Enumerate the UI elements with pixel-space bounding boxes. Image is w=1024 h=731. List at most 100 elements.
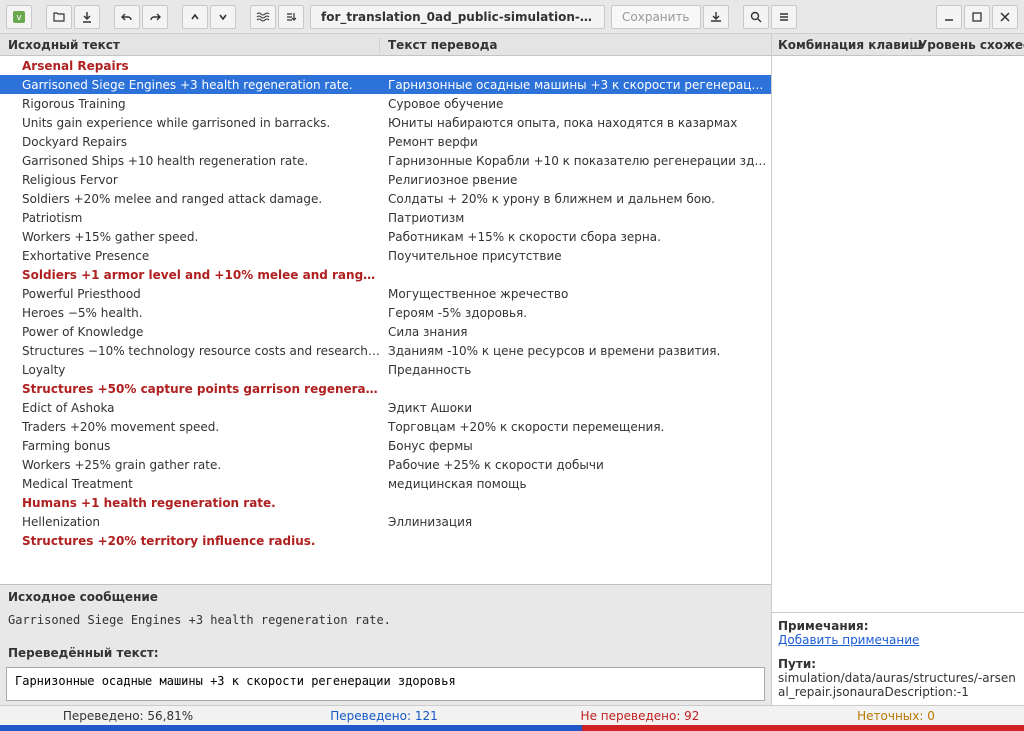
source-cell: Loyalty xyxy=(0,363,380,377)
status-untranslated: Не переведено: 92 xyxy=(512,709,768,723)
fuzzy-toggle-button[interactable] xyxy=(250,5,276,29)
table-row[interactable]: Religious FervorРелигиозное рвение xyxy=(0,170,771,189)
target-label: Переведённый текст: xyxy=(0,641,771,665)
table-row[interactable]: PatriotismПатриотизм xyxy=(0,208,771,227)
prev-button[interactable] xyxy=(182,5,208,29)
source-cell: Dockyard Repairs xyxy=(0,135,380,149)
table-row[interactable]: Units gain experience while garrisoned i… xyxy=(0,113,771,132)
progress-bar xyxy=(0,725,1024,731)
target-cell: Могущественное жречество xyxy=(380,287,771,301)
table-row[interactable]: Soldiers +1 armor level and +10% melee a… xyxy=(0,265,771,284)
open-button[interactable] xyxy=(46,5,72,29)
source-label: Исходное сообщение xyxy=(0,585,771,609)
table-row[interactable]: Garrisoned Siege Engines +3 health regen… xyxy=(0,75,771,94)
source-cell: Power of Knowledge xyxy=(0,325,380,339)
target-cell: Рабочие +25% к скорости добычи xyxy=(380,458,771,472)
next-fuzzy-button[interactable] xyxy=(278,5,304,29)
translation-table-header: Исходный текст Текст перевода xyxy=(0,34,771,56)
source-cell: Hellenization xyxy=(0,515,380,529)
source-cell: Arsenal Repairs xyxy=(0,59,380,73)
table-row[interactable]: Powerful PriesthoodМогущественное жречес… xyxy=(0,284,771,303)
target-cell: Ремонт верфи xyxy=(380,135,771,149)
source-cell: Structures +20% territory influence radi… xyxy=(0,534,380,548)
editor-panel: Исходное сообщение Garrisoned Siege Engi… xyxy=(0,584,771,705)
target-cell: Религиозное рвение xyxy=(380,173,771,187)
table-row[interactable]: Garrisoned Ships +10 health regeneration… xyxy=(0,151,771,170)
download-button[interactable] xyxy=(74,5,100,29)
table-row[interactable]: Soldiers +20% melee and ranged attack da… xyxy=(0,189,771,208)
source-cell: Units gain experience while garrisoned i… xyxy=(0,116,380,130)
source-cell: Exhortative Presence xyxy=(0,249,380,263)
table-row[interactable]: Edict of AshokaЭдикт Ашоки xyxy=(0,398,771,417)
source-cell: Patriotism xyxy=(0,211,380,225)
status-fuzzy: Неточных: 0 xyxy=(768,709,1024,723)
table-row[interactable]: Workers +25% grain gather rate.Рабочие +… xyxy=(0,455,771,474)
search-button[interactable] xyxy=(743,5,769,29)
target-cell: Суровое обучение xyxy=(380,97,771,111)
next-button[interactable] xyxy=(210,5,236,29)
source-cell: Structures −10% technology resource cost… xyxy=(0,344,380,358)
translation-table[interactable]: Arsenal Repairs Garrisoned Siege Engines … xyxy=(0,56,771,584)
table-row[interactable]: Medical Treatmentмедицинская помощь xyxy=(0,474,771,493)
table-row[interactable]: Farming bonusБонус фермы xyxy=(0,436,771,455)
target-cell: Гарнизонные Корабли +10 к показателю рег… xyxy=(380,154,771,168)
target-cell: Преданность xyxy=(380,363,771,377)
source-cell: Medical Treatment xyxy=(0,477,380,491)
minimize-button[interactable] xyxy=(936,5,962,29)
source-column-header[interactable]: Исходный текст xyxy=(0,38,380,52)
source-cell: Humans +1 health regeneration rate. xyxy=(0,496,380,510)
target-input[interactable]: Гарнизонные осадные машины +3 к скорости… xyxy=(6,667,765,701)
table-row[interactable]: Heroes −5% health.Героям -5% здоровья. xyxy=(0,303,771,322)
status-translated: Переведено: 121 xyxy=(256,709,512,723)
add-note-link[interactable]: Добавить примечание xyxy=(778,633,919,647)
table-row[interactable]: Rigorous TrainingСуровое обучение xyxy=(0,94,771,113)
similarity-header[interactable]: Уровень схожес xyxy=(912,38,1024,52)
menu-button[interactable] xyxy=(771,5,797,29)
close-button[interactable] xyxy=(992,5,1018,29)
notes-label: Примечания: xyxy=(778,619,1018,633)
save-button[interactable]: Сохранить xyxy=(611,5,701,29)
table-row[interactable]: Arsenal Repairs xyxy=(0,56,771,75)
source-text: Garrisoned Siege Engines +3 health regen… xyxy=(0,609,771,641)
source-cell: Workers +25% grain gather rate. xyxy=(0,458,380,472)
table-row[interactable]: Structures +50% capture points garrison … xyxy=(0,379,771,398)
redo-button[interactable] xyxy=(142,5,168,29)
target-cell: Торговцам +20% к скорости перемещения. xyxy=(380,420,771,434)
source-cell: Garrisoned Ships +10 health regeneration… xyxy=(0,154,380,168)
target-cell: Героям -5% здоровья. xyxy=(380,306,771,320)
target-cell: Патриотизм xyxy=(380,211,771,225)
target-cell: Эдикт Ашоки xyxy=(380,401,771,415)
table-row[interactable]: Dockyard RepairsРемонт верфи xyxy=(0,132,771,151)
target-cell: Эллинизация xyxy=(380,515,771,529)
svg-text:v: v xyxy=(16,13,22,23)
table-row[interactable]: Structures −10% technology resource cost… xyxy=(0,341,771,360)
source-cell: Powerful Priesthood xyxy=(0,287,380,301)
shortcut-header[interactable]: Комбинация клавиш xyxy=(772,38,912,52)
paths-label: Пути: xyxy=(778,657,1018,671)
table-row[interactable]: Exhortative PresenceПоучительное присутс… xyxy=(0,246,771,265)
maximize-button[interactable] xyxy=(964,5,990,29)
table-row[interactable]: Workers +15% gather speed.Работникам +15… xyxy=(0,227,771,246)
table-row[interactable]: Humans +1 health regeneration rate. xyxy=(0,493,771,512)
target-column-header[interactable]: Текст перевода xyxy=(380,38,771,52)
target-cell: медицинская помощь xyxy=(380,477,771,491)
table-row[interactable]: Traders +20% movement speed.Торговцам +2… xyxy=(0,417,771,436)
right-panel: Комбинация клавиш Уровень схожес Примеча… xyxy=(772,34,1024,705)
table-row[interactable]: Power of KnowledgeСила знания xyxy=(0,322,771,341)
table-row[interactable]: Structures +20% territory influence radi… xyxy=(0,531,771,550)
source-cell: Religious Fervor xyxy=(0,173,380,187)
path-value: simulation/data/auras/structures/-arsena… xyxy=(778,671,1018,699)
status-percent: Переведено: 56,81% xyxy=(0,709,256,723)
details-panel: Примечания: Добавить примечание Пути: si… xyxy=(772,612,1024,705)
target-cell: Юниты набираются опыта, пока находятся в… xyxy=(380,116,771,130)
target-cell: Бонус фермы xyxy=(380,439,771,453)
export-button[interactable] xyxy=(703,5,729,29)
tm-results xyxy=(772,56,1024,612)
source-cell: Soldiers +20% melee and ranged attack da… xyxy=(0,192,380,206)
app-icon[interactable]: v xyxy=(6,5,32,29)
target-cell: Поучительное присутствие xyxy=(380,249,771,263)
table-row[interactable]: LoyaltyПреданность xyxy=(0,360,771,379)
undo-button[interactable] xyxy=(114,5,140,29)
table-row[interactable]: HellenizationЭллинизация xyxy=(0,512,771,531)
source-cell: Farming bonus xyxy=(0,439,380,453)
